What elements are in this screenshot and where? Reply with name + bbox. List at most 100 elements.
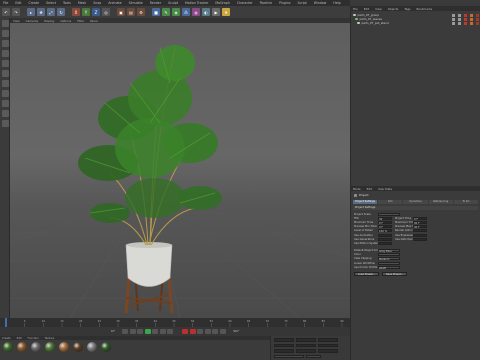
material-tag-icon[interactable] [476,21,479,25]
material-tag-icon[interactable] [470,21,473,25]
visibility-dot-icon[interactable] [458,13,461,17]
coord-field[interactable] [296,343,316,347]
edges-mode-icon[interactable] [1,70,9,77]
next-key-icon[interactable] [159,329,166,334]
material-swatch[interactable] [73,342,83,352]
light-icon[interactable]: ✷ [222,8,230,16]
attribute-dropdown[interactable]: Medium [378,257,400,261]
rotation-key-icon[interactable] [219,329,226,334]
playhead[interactable] [5,318,7,327]
visibility-dot-icon[interactable] [452,13,455,17]
tab-dynamics[interactable]: Dynamics [403,200,428,204]
tab-to-do[interactable]: To Do [453,200,479,204]
render-view-icon[interactable]: ▣ [117,8,125,16]
timeline-ruler[interactable]: 051015202530354045505560657075808590 [0,318,350,327]
spline-pen-icon[interactable]: ✎ [162,8,170,16]
material-swatch[interactable] [87,342,97,352]
coord-field[interactable] [296,349,316,353]
go-to-end-icon[interactable] [167,329,174,334]
menu-animate[interactable]: Animate [108,1,121,5]
menu-mograph[interactable]: MoGraph [215,1,229,5]
attribute-field[interactable]: 0 F [378,225,392,229]
axis-mode-icon[interactable] [1,90,9,97]
material-tag-icon[interactable] [470,17,473,21]
viewport-menu-filter[interactable]: Filter [77,19,84,23]
visibility-dot-icon[interactable] [458,21,461,25]
menu-window[interactable]: Window [314,1,327,5]
coordinate-system-icon[interactable]: ◎ [102,8,110,16]
undo-icon[interactable]: ↶ [2,8,10,16]
tab-referencing[interactable]: Referencing [428,200,453,204]
save-preset-button[interactable]: Save Preset... [381,272,408,277]
attribute-field[interactable] [378,212,400,216]
coord-field[interactable] [274,343,294,347]
visibility-dot-icon[interactable] [452,21,455,25]
snap-icon[interactable] [1,110,9,117]
z-axis-icon[interactable]: Z [92,8,100,16]
render-picture-viewer-icon[interactable]: ▤ [127,8,135,16]
record-active-objects-icon[interactable] [182,329,189,334]
menu-edit[interactable]: Edit [15,1,21,5]
attribute-field[interactable] [378,237,392,241]
menu-tools[interactable]: Tools [63,1,71,5]
visibility-dot-icon[interactable] [458,17,461,21]
coord-field[interactable] [318,349,338,353]
attribute-dropdown[interactable] [378,261,400,265]
next-frame-icon[interactable] [152,329,159,334]
autokeying-icon[interactable] [189,329,196,334]
attribute-field[interactable]: 0 F [413,216,427,221]
material-swatch[interactable] [59,342,69,352]
points-mode-icon[interactable] [1,60,9,67]
model-mode-icon[interactable] [1,30,9,37]
attribute-dropdown[interactable] [378,253,400,257]
cube-icon[interactable]: ■ [152,8,160,16]
menu-simulate[interactable]: Simulate [129,1,143,5]
menu-file[interactable]: File [3,1,8,5]
apply-button[interactable] [306,354,321,358]
coord-field[interactable] [318,338,338,342]
object-menu-objects[interactable]: Objects [388,7,399,11]
coord-field[interactable] [274,338,294,342]
tweak-mode-icon[interactable] [1,100,9,107]
menu-script[interactable]: Script [298,1,307,5]
material-tag-icon[interactable] [464,17,467,21]
viewport-menu-panel[interactable]: Panel [90,19,98,23]
visibility-dot-icon[interactable] [452,17,455,21]
move-icon[interactable]: ✥ [37,8,45,16]
attribute-field[interactable] [413,229,427,233]
previous-frame-icon[interactable] [137,329,144,334]
render-settings-icon[interactable]: ⚙ [137,8,145,16]
attribute-field[interactable] [413,233,427,237]
material-swatch[interactable] [17,342,27,352]
menu-render[interactable]: Render [150,1,161,5]
object-menu-bookmarks[interactable]: Bookmarks [417,7,433,11]
material-swatch[interactable] [31,342,41,352]
coord-mode-dropdown[interactable] [274,354,304,358]
subdivision-icon[interactable]: ◈ [172,8,180,16]
viewport-menu-view[interactable]: View [13,19,20,23]
play-icon[interactable] [144,329,151,334]
menu-motion-tracker[interactable]: Motion Tracker [185,1,208,5]
perspective-viewport[interactable] [10,23,350,318]
viewport-menu-cameras[interactable]: Cameras [26,19,38,23]
x-axis-icon[interactable]: X [72,8,80,16]
go-to-start-icon[interactable] [122,329,129,334]
viewport-menu-options[interactable]: Options [60,19,71,23]
menu-select[interactable]: Select [46,1,56,5]
load-preset-button[interactable]: Load Preset... [354,272,379,277]
attribute-menu-mode[interactable]: Mode [353,187,361,191]
environment-icon[interactable]: ◐ [202,8,210,16]
scale-icon[interactable]: ⤢ [47,8,55,16]
attribute-menu-user-data[interactable]: User Data [378,187,392,191]
material-swatch[interactable] [3,342,13,352]
camera-icon[interactable]: ▶ [212,8,220,16]
object-menu-file[interactable]: File [353,7,358,11]
material-tag-icon[interactable] [476,13,479,17]
attribute-dropdown[interactable]: Gray Blue [378,249,400,253]
live-select-icon[interactable]: ▸ [27,8,35,16]
material-swatch[interactable] [101,342,111,352]
attribute-field[interactable]: 30 [378,216,392,221]
menu-pipeline[interactable]: Pipeline [260,1,272,5]
attribute-dropdown[interactable]: sRGB [378,265,400,270]
make-editable-icon[interactable] [1,20,9,27]
